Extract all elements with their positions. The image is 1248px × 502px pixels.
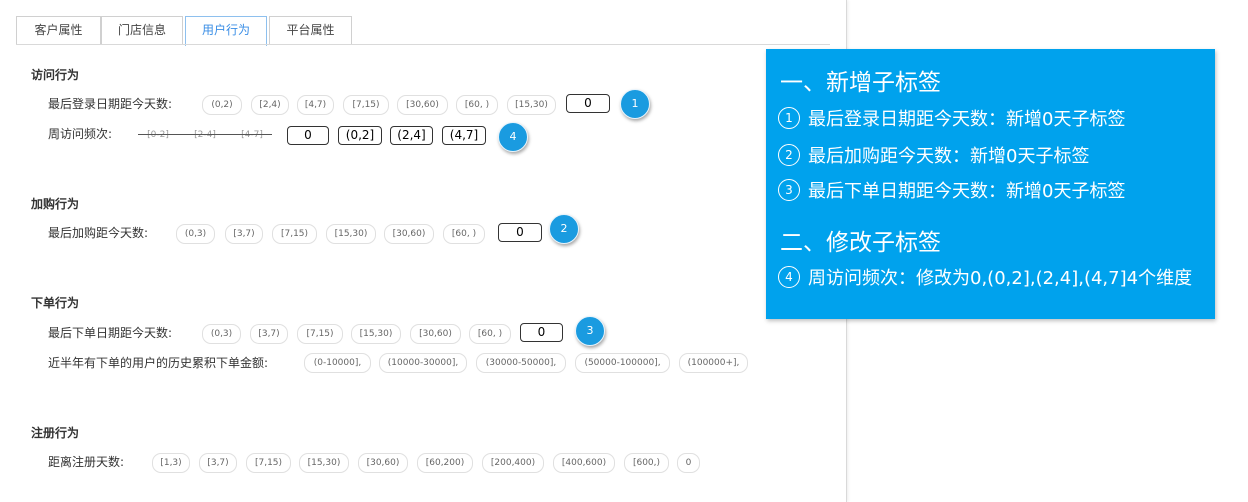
new-option[interactable]: (2,4] [390, 126, 433, 145]
section-title-visit: 访问行为 [31, 68, 80, 82]
chip-option[interactable]: [200,400) [482, 453, 544, 473]
row-label-register-days: 距离注册天数: [48, 455, 125, 469]
chip-option[interactable]: [7,15) [272, 224, 317, 244]
chip-option[interactable]: [3,7) [250, 324, 288, 344]
chip-option[interactable]: (0,2) [202, 95, 242, 115]
chip-option[interactable]: [7,15) [297, 324, 343, 344]
new-option-zero[interactable]: 0 [566, 94, 610, 113]
new-option[interactable]: 0 [287, 126, 329, 145]
number-circle-icon: 2 [778, 144, 800, 166]
tab-store-info[interactable]: 门店信息 [101, 16, 183, 44]
chip-option[interactable]: (30000-50000], [476, 353, 566, 373]
row-label-order-amount: 近半年有下单的用户的历史累积下单金额: [48, 356, 269, 370]
new-option[interactable]: (4,7] [442, 126, 486, 145]
chip-option-removed: [2-4] [187, 126, 223, 144]
new-option-zero[interactable]: 0 [520, 323, 563, 342]
note-item-text: 最后登录日期距今天数：新增0天子标签 [808, 109, 1126, 130]
chip-option-removed: [4-7] [234, 126, 270, 144]
chip-option[interactable]: [7,15) [343, 95, 389, 115]
annotation-note: 一、新增子标签 1 最后登录日期距今天数：新增0天子标签 2 最后加购距今天数：新增… [766, 49, 1215, 319]
chip-option[interactable]: [7,15) [246, 453, 291, 473]
chip-option[interactable]: [30,60) [410, 324, 461, 344]
chip-option[interactable]: (10000-30000], [379, 353, 467, 373]
row-label-last-order: 最后下单日期距今天数: [48, 326, 173, 340]
row-label-weekly-freq: 周访问频次: [48, 127, 113, 141]
tag-editor-panel: 客户属性 门店信息 用户行为 平台属性 访问行为 最后登录日期距今天数: (0,… [0, 0, 847, 502]
number-circle-icon: 1 [778, 107, 800, 129]
new-option[interactable]: (0,2] [338, 126, 382, 145]
chip-option[interactable]: [600,) [624, 453, 669, 473]
chip-option[interactable]: (0-10000], [304, 353, 371, 373]
marker-badge-4: 4 [498, 122, 528, 152]
number-circle-icon: 4 [778, 266, 800, 288]
marker-badge-3: 3 [575, 316, 605, 346]
chip-option[interactable]: (0,3) [202, 324, 241, 344]
tab-divider [16, 44, 830, 45]
section-title-order: 下单行为 [31, 296, 80, 310]
strikethrough-line [138, 134, 272, 135]
tab-user-behavior[interactable]: 用户行为 [185, 16, 267, 46]
note-item-text: 最后下单日期距今天数：新增0天子标签 [808, 181, 1126, 202]
marker-badge-2: 2 [549, 214, 579, 244]
note-item: 4 周访问频次：修改为0,(0,2],(2,4],(4,7]4个维度 [778, 264, 1192, 290]
tab-customer-attributes[interactable]: 客户属性 [16, 16, 101, 44]
section-title-register: 注册行为 [31, 426, 80, 440]
chip-option[interactable]: [1,3) [152, 453, 190, 473]
chip-option[interactable]: (100000+], [679, 353, 748, 373]
section-title-cart: 加购行为 [31, 197, 80, 211]
note-heading-new-tags: 一、新增子标签 [780, 70, 941, 96]
chip-option[interactable]: [30,60) [397, 95, 448, 115]
chip-option[interactable]: [15,30) [326, 224, 376, 244]
chip-option[interactable]: [3,7) [225, 224, 263, 244]
row-label-last-cart: 最后加购距今天数: [48, 226, 149, 240]
chip-option-removed: [0-2] [140, 126, 176, 144]
chip-option[interactable]: [60, ) [456, 95, 498, 115]
chip-option[interactable]: [30,60) [384, 224, 434, 244]
note-item-text: 最后加购距今天数：新增0天子标签 [808, 146, 1090, 167]
chip-option[interactable]: [3,7) [199, 453, 237, 473]
note-item-text: 周访问频次：修改为0,(0,2],(2,4],(4,7]4个维度 [808, 268, 1193, 289]
marker-badge-1: 1 [620, 89, 650, 119]
chip-option[interactable]: [4,7) [297, 95, 334, 115]
new-option-zero[interactable]: 0 [498, 223, 542, 242]
number-circle-icon: 3 [778, 179, 800, 201]
chip-option[interactable]: [2,4) [251, 95, 289, 115]
chip-option[interactable]: [60, ) [443, 224, 485, 244]
note-item: 3 最后下单日期距今天数：新增0天子标签 [778, 177, 1125, 203]
chip-option[interactable]: [400,600) [553, 453, 615, 473]
chip-option[interactable]: [60,200) [417, 453, 473, 473]
chip-option[interactable]: 0 [677, 453, 700, 473]
chip-option[interactable]: (0,3) [176, 224, 215, 244]
chip-option[interactable]: [15,30) [507, 95, 556, 115]
chip-option[interactable]: [15,30) [351, 324, 401, 344]
note-heading-modified-tags: 二、修改子标签 [780, 230, 941, 256]
note-item: 2 最后加购距今天数：新增0天子标签 [778, 142, 1089, 168]
note-item: 1 最后登录日期距今天数：新增0天子标签 [778, 105, 1125, 131]
chip-option[interactable]: [60, ) [469, 324, 511, 344]
tab-platform-attributes[interactable]: 平台属性 [269, 16, 352, 44]
chip-option[interactable]: [15,30) [299, 453, 349, 473]
chip-option[interactable]: (50000-100000], [575, 353, 670, 373]
chip-option[interactable]: [30,60) [358, 453, 408, 473]
row-label-last-login: 最后登录日期距今天数: [48, 97, 173, 111]
